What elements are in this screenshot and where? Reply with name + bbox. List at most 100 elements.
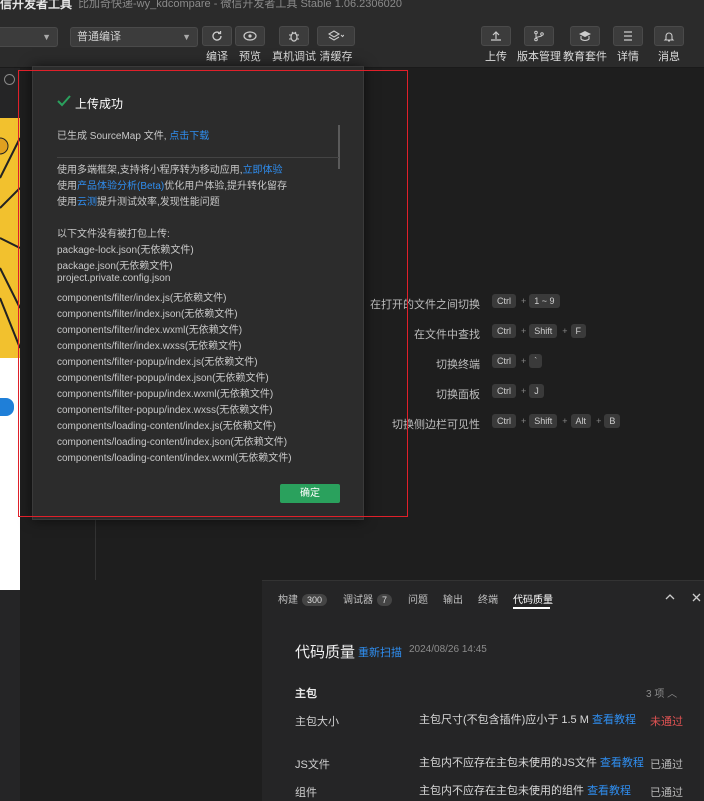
download-sourcemap-link[interactable]: 点击下载 bbox=[169, 131, 209, 142]
toolbar: ▼ 普通编译 ▼ 编译 预览 真机调试 清缓存 上传 版本管理 教育套件 详情 … bbox=[0, 20, 704, 68]
file-item: components/filter-popup/index.js(无依赖文件) bbox=[57, 357, 258, 368]
education-kit-button[interactable]: 教育套件 bbox=[563, 26, 607, 64]
active-tab-indicator bbox=[513, 607, 550, 609]
eye-icon bbox=[243, 31, 257, 41]
version-management-button[interactable]: 版本管理 bbox=[517, 26, 561, 64]
tab-label: 构建 bbox=[278, 595, 298, 606]
tab-output[interactable]: 输出 bbox=[443, 591, 463, 606]
key-cap: Shift bbox=[529, 324, 558, 338]
file-item: components/filter/index.wxml(无依赖文件) bbox=[57, 325, 243, 336]
rescan-link[interactable]: 重新扫描 bbox=[358, 644, 402, 660]
tab-code-quality[interactable]: 代码质量 bbox=[513, 591, 553, 606]
key-cap: Ctrl bbox=[492, 294, 516, 308]
shortcut-name: 切换面板 bbox=[436, 389, 480, 401]
try-now-link[interactable]: 立即体验 bbox=[243, 165, 283, 176]
upload-icon bbox=[491, 31, 501, 41]
files-header: 以下文件没有被打包上传: bbox=[57, 229, 170, 240]
promo-text: 使用 bbox=[57, 197, 77, 208]
preview-button[interactable]: 预览 bbox=[228, 26, 272, 64]
remote-debug-button[interactable]: 真机调试 bbox=[272, 26, 316, 64]
tutorial-link[interactable]: 查看教程 bbox=[600, 757, 644, 769]
rule-text: 主包内不应存在主包未使用的组件 bbox=[419, 785, 584, 797]
clear-cache-label: 清缓存 bbox=[319, 51, 353, 63]
sunburst-icon bbox=[0, 137, 20, 349]
section-count-text: 3 项 bbox=[646, 689, 665, 700]
messages-label: 消息 bbox=[658, 51, 680, 63]
promo-line: 使用产品体验分析(Beta)优化用户体验,提升转化留存 bbox=[57, 177, 287, 192]
tab-debugger[interactable]: 调试器 7 bbox=[343, 591, 393, 606]
file-item: components/filter-popup/index.wxss(无依赖文件… bbox=[57, 405, 273, 416]
status-passed: 已通过 bbox=[650, 787, 683, 799]
file-item: package-lock.json(无依赖文件) bbox=[57, 245, 194, 256]
scrollbar-thumb[interactable] bbox=[338, 125, 340, 169]
upload-success-dialog: 上传成功 已生成 SourceMap 文件, 点击下载 使用多端框架,支持将小程… bbox=[32, 66, 364, 520]
row-components-label: 组件 bbox=[295, 787, 317, 799]
shortcut-name: 切换终端 bbox=[436, 359, 480, 371]
confirm-button[interactable]: 确定 bbox=[280, 484, 340, 503]
chevron-down-icon: ▼ bbox=[42, 32, 51, 42]
simulator-preview[interactable] bbox=[0, 118, 20, 590]
tab-build[interactable]: 构建 300 bbox=[278, 591, 328, 606]
close-icon[interactable] bbox=[692, 593, 701, 602]
key-cap: Shift bbox=[529, 414, 558, 428]
promo-text: 提升测试效率,发现性能问题 bbox=[97, 197, 220, 208]
tutorial-link[interactable]: 查看教程 bbox=[592, 714, 636, 726]
key-cap: Ctrl bbox=[492, 414, 516, 428]
tutorial-link[interactable]: 查看教程 bbox=[587, 785, 631, 797]
file-item: components/loading-content/index.json(无依… bbox=[57, 437, 288, 448]
details-button[interactable]: 详情 bbox=[606, 26, 650, 64]
preview-label: 预览 bbox=[239, 51, 261, 63]
panel-title: 代码质量 bbox=[295, 644, 356, 661]
details-label: 详情 bbox=[617, 51, 639, 63]
refresh-icon bbox=[212, 31, 222, 41]
simulator-select[interactable]: ▼ bbox=[0, 27, 58, 47]
rule-text: 主包内不应存在主包未使用的JS文件 bbox=[419, 757, 597, 769]
experience-analysis-link[interactable]: 产品体验分析(Beta) bbox=[77, 181, 164, 192]
tab-terminal[interactable]: 终端 bbox=[478, 591, 498, 606]
promo-line: 使用云测提升测试效率,发现性能问题 bbox=[57, 193, 220, 208]
upload-label: 上传 bbox=[485, 51, 507, 63]
sourcemap-text: 已生成 SourceMap 文件, bbox=[57, 131, 167, 142]
radio-icon[interactable] bbox=[4, 74, 15, 85]
messages-button[interactable]: 消息 bbox=[647, 26, 691, 64]
promo-line: 使用多端框架,支持将小程序转为移动应用,立即体验 bbox=[57, 161, 283, 176]
divider bbox=[57, 157, 339, 158]
key-cap: J bbox=[529, 384, 544, 398]
file-item: project.private.config.json bbox=[57, 273, 171, 284]
clear-cache-button[interactable]: 清缓存 bbox=[314, 26, 358, 64]
compile-mode-select[interactable]: 普通编译 ▼ bbox=[70, 27, 198, 47]
file-item: components/loading-content/index.js(无依赖文… bbox=[57, 421, 276, 432]
menu-icon bbox=[624, 31, 632, 41]
bug-icon bbox=[289, 31, 299, 42]
branch-icon bbox=[534, 30, 544, 42]
cloud-test-link[interactable]: 云测 bbox=[77, 197, 97, 208]
file-item: components/filter/index.js(无依赖文件) bbox=[57, 293, 227, 304]
section-count[interactable]: 3 项 ︿ bbox=[646, 685, 677, 700]
bottom-panel: 构建 300 调试器 7 问题 输出 终端 代码质量 代码质量 重新扫描 2024/… bbox=[262, 580, 704, 801]
rule-text: 主包尺寸(不包含插件)应小于 1.5 M bbox=[419, 714, 589, 726]
app-title: 信开发者工具 bbox=[0, 0, 73, 11]
chevron-up-icon[interactable] bbox=[665, 593, 675, 600]
key-cap: Alt bbox=[570, 414, 592, 428]
count-badge: 300 bbox=[302, 594, 328, 606]
upload-button[interactable]: 上传 bbox=[474, 26, 518, 64]
chevron-up-icon: ︿ bbox=[667, 689, 678, 700]
status-failed: 未通过 bbox=[650, 716, 683, 728]
key-cap: Ctrl bbox=[492, 354, 516, 368]
file-item: components/loading-content/index.wxml(无依… bbox=[57, 453, 292, 464]
promo-text: 使用多端框架,支持将小程序转为移动应用, bbox=[57, 165, 243, 176]
chevron-down-icon: ▼ bbox=[182, 32, 191, 42]
key-cap: ` bbox=[529, 354, 543, 368]
chat-icon[interactable] bbox=[0, 398, 14, 416]
tab-label: 调试器 bbox=[343, 595, 373, 606]
shortcut-name: 在打开的文件之间切换 bbox=[370, 299, 480, 311]
title-bar: 信开发者工具 比加奇快递-wy_kdcompare - 微信开发者工具 Stab… bbox=[0, 0, 704, 20]
key-cap: Ctrl bbox=[492, 384, 516, 398]
count-badge: 7 bbox=[377, 594, 393, 606]
key-cap: 1 ~ 9 bbox=[529, 294, 560, 308]
file-item: package.json(无依赖文件) bbox=[57, 261, 173, 272]
layers-icon bbox=[328, 30, 344, 41]
bell-icon bbox=[663, 32, 675, 42]
tab-problems[interactable]: 问题 bbox=[408, 591, 428, 606]
graduation-icon bbox=[579, 31, 591, 42]
